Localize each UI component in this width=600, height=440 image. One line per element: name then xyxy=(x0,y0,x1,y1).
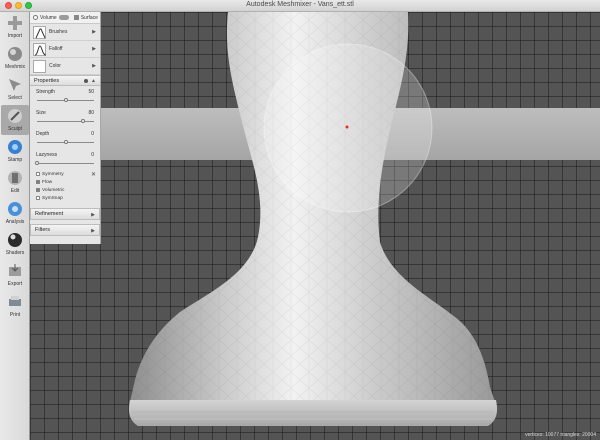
print-icon xyxy=(6,293,24,311)
chevron-up-icon: ▲ xyxy=(91,78,96,84)
toolbar-import[interactable]: Import xyxy=(1,12,29,42)
falloff-thumbnail xyxy=(33,42,47,56)
toolbar-sculpt-label: Sculpt xyxy=(8,126,22,132)
symsnap-checkbox[interactable]: SymSnap xyxy=(30,194,100,202)
size-knob[interactable] xyxy=(80,119,85,123)
strength-value: 50 xyxy=(88,89,94,95)
toolbar-edit[interactable]: Edit xyxy=(1,167,29,197)
toolbar-print[interactable]: Print xyxy=(1,291,29,321)
chevron-right-icon: ▶ xyxy=(92,29,96,35)
toolbar-analysis-label: Analysis xyxy=(5,219,25,225)
flow-label: Flow xyxy=(42,179,53,185)
strength-knob[interactable] xyxy=(63,98,68,102)
mode-switch[interactable] xyxy=(58,15,69,20)
symmetry-box[interactable] xyxy=(36,172,40,176)
toolbar-meshmix[interactable]: Meshmix xyxy=(1,43,29,73)
depth-slider[interactable]: Depth 0 xyxy=(30,128,100,149)
plus-icon xyxy=(6,14,24,32)
size-slider[interactable]: Size 80 xyxy=(30,107,100,128)
volumetric-checkbox[interactable]: Volumetric xyxy=(30,186,100,194)
symsnap-label: SymSnap xyxy=(42,195,63,201)
3d-viewport[interactable]: vertices: 10077 triangles: 20004 xyxy=(30,12,600,440)
lazyness-slider[interactable]: Lazyness 0 xyxy=(30,149,100,170)
size-label: Size xyxy=(36,110,46,116)
stamp-icon xyxy=(6,138,24,156)
brushes-label: Brushes xyxy=(49,29,68,35)
volumetric-box[interactable] xyxy=(36,188,40,192)
color-swatch xyxy=(33,59,46,73)
lazyness-knob[interactable] xyxy=(35,161,39,165)
volumetric-label: Volumetric xyxy=(42,187,65,193)
vase-model[interactable] xyxy=(30,12,600,440)
vase-base xyxy=(128,400,498,426)
toolbar-meshmix-label: Meshmix xyxy=(4,64,25,70)
toolbar-import-label: Import xyxy=(7,33,23,39)
refinement-section[interactable]: Refinement ▶ xyxy=(30,208,100,220)
surface-label: Surface xyxy=(80,14,98,21)
toolbar-analysis[interactable]: Analysis xyxy=(1,198,29,228)
brush-icon xyxy=(6,107,24,125)
brush-thumbnail xyxy=(33,25,46,39)
lazyness-label: Lazyness xyxy=(36,152,58,158)
falloff-label: Falloff xyxy=(49,46,63,52)
symmetry-label: Symmetry xyxy=(42,171,64,177)
sculpt-panel: Volume Surface Brushes ▶ Falloff ▶ Color… xyxy=(30,12,101,244)
depth-value: 0 xyxy=(91,131,94,137)
main-toolbar: Import Meshmix Select Sculpt Stamp Edit xyxy=(0,12,30,440)
refinement-label: Refinement xyxy=(35,211,64,217)
toolbar-select-label: Select xyxy=(8,95,22,101)
toolbar-shaders-label: Shaders xyxy=(5,250,25,256)
edit-icon xyxy=(6,169,24,187)
arrow-cursor-icon xyxy=(6,76,24,94)
brush-center-dot xyxy=(345,125,349,129)
toolbar-export-label: Export xyxy=(7,281,23,287)
depth-label: Depth xyxy=(36,131,50,137)
volume-label: Volume xyxy=(40,14,57,21)
filters-section[interactable]: Filters ▶ xyxy=(30,224,100,236)
mesh-stats: vertices: 10077 triangles: 20004 xyxy=(525,432,596,438)
brushes-picker[interactable]: Brushes ▶ xyxy=(30,24,100,41)
toolbar-sculpt[interactable]: Sculpt xyxy=(1,105,29,135)
flow-checkbox[interactable]: Flow xyxy=(30,178,100,186)
properties-header[interactable]: Properties ▲ xyxy=(30,75,100,86)
flow-box[interactable] xyxy=(36,180,40,184)
symmetry-checkbox[interactable]: Symmetry ✕ xyxy=(30,170,100,178)
toolbar-edit-label: Edit xyxy=(10,188,20,194)
color-picker[interactable]: Color ▶ xyxy=(30,58,100,75)
window-title: Autodesk Meshmixer - Vans_ett.stl xyxy=(246,1,354,8)
analysis-icon xyxy=(6,200,24,218)
toolbar-stamp-label: Stamp xyxy=(7,157,23,163)
help-icon[interactable] xyxy=(84,79,88,83)
symmetry-tool-icon[interactable]: ✕ xyxy=(91,171,96,178)
falloff-picker[interactable]: Falloff ▶ xyxy=(30,41,100,58)
size-value: 80 xyxy=(88,110,94,116)
depth-knob[interactable] xyxy=(63,140,68,144)
properties-label: Properties xyxy=(34,77,60,84)
chevron-right-icon: ▶ xyxy=(92,63,96,69)
chevron-right-icon: ▶ xyxy=(91,212,95,218)
sphere-icon xyxy=(6,45,24,63)
toolbar-export[interactable]: Export xyxy=(1,260,29,290)
toolbar-stamp[interactable]: Stamp xyxy=(1,136,29,166)
chevron-right-icon: ▶ xyxy=(91,228,95,234)
lazyness-value: 0 xyxy=(91,152,94,158)
toolbar-select[interactable]: Select xyxy=(1,74,29,104)
color-label: Color xyxy=(49,63,61,69)
symsnap-box[interactable] xyxy=(36,196,40,200)
toolbar-print-label: Print xyxy=(9,312,21,318)
export-icon xyxy=(6,262,24,280)
title-bar: Autodesk Meshmixer - Vans_ett.stl xyxy=(0,0,600,12)
surface-square-icon xyxy=(73,15,79,20)
strength-label: Strength xyxy=(36,89,55,95)
mode-toggle: Volume Surface xyxy=(30,12,100,24)
shader-sphere-icon xyxy=(6,231,24,249)
strength-slider[interactable]: Strength 50 xyxy=(30,86,100,107)
toolbar-shaders[interactable]: Shaders xyxy=(1,229,29,259)
filters-label: Filters xyxy=(35,227,50,233)
volume-radio[interactable] xyxy=(33,15,38,20)
chevron-right-icon: ▶ xyxy=(92,46,96,52)
